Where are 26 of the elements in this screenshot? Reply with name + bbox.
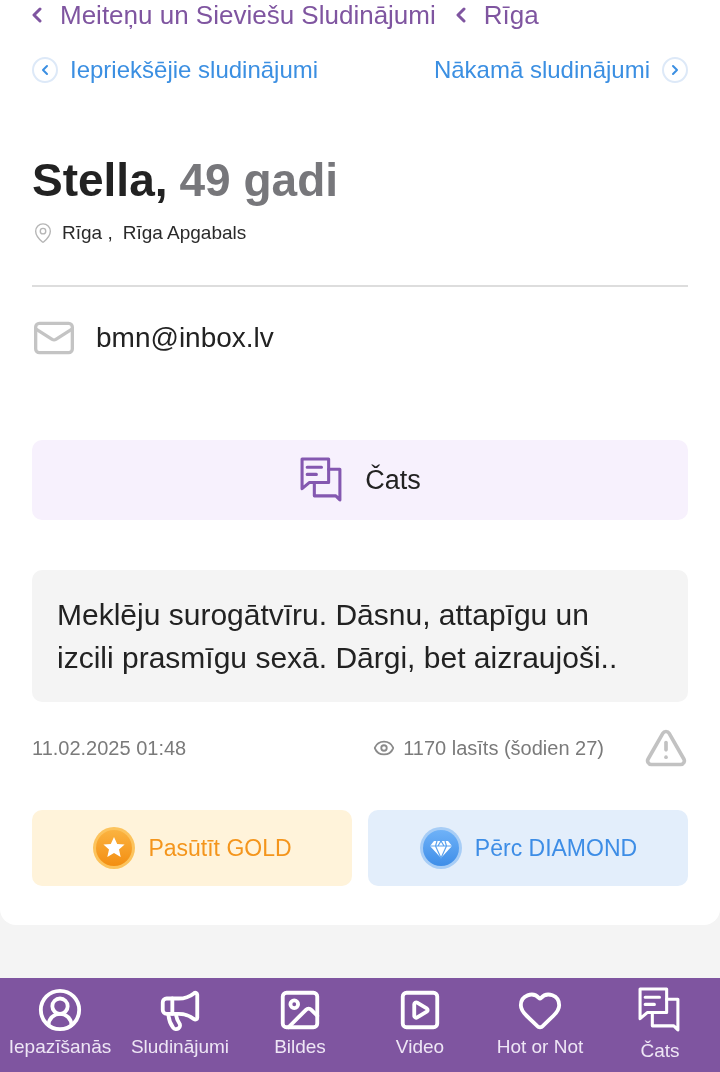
- previous-ads-link[interactable]: Iepriekšējie sludinājumi: [32, 52, 319, 88]
- profile-name: Stella,: [32, 153, 168, 208]
- chevron-left-icon: [32, 7, 42, 23]
- premium-buy-button[interactable]: Pērc DIAMOND: [368, 810, 688, 886]
- view-count: 1170 lasīts (šodien 27): [403, 736, 604, 761]
- breadcrumb-link[interactable]: Meiteņu un Sieviešu Sludinājumi: [32, 0, 436, 30]
- post-date: 11.02.2025 01:48: [32, 736, 187, 761]
- bottom-nav-item[interactable]: Bildes: [240, 978, 360, 1072]
- chevron-left-icon: [455, 7, 466, 23]
- location-region: Rīga Apgabals: [122, 220, 247, 245]
- location-pin-icon: [32, 222, 54, 244]
- location-city: Rīga ,: [62, 220, 113, 245]
- bottom-nav-item[interactable]: Iepazīšanās: [0, 978, 120, 1072]
- bottom-nav-item[interactable]: Sludinājumi: [120, 978, 240, 1072]
- bottom-nav-item[interactable]: Čats: [600, 978, 720, 1072]
- breadcrumb-link[interactable]: Rīga: [455, 0, 539, 30]
- diamond-badge-icon: [418, 826, 463, 870]
- email-link[interactable]: bmn@inbox.lv: [96, 317, 274, 359]
- user-circle-icon: [37, 987, 83, 1033]
- bottom-nav-item[interactable]: Hot or Not: [480, 978, 600, 1072]
- chat-button[interactable]: Čats: [32, 440, 688, 520]
- profile-age: 49 gadi: [179, 153, 339, 208]
- next-ads-link[interactable]: Nākamā sludinājumi: [433, 52, 688, 88]
- bottom-nav-item[interactable]: Video: [360, 978, 480, 1072]
- star-badge-icon: [92, 826, 137, 870]
- description-text: Meklēju surogātvīru. Dāsnu, attapīgu un izcili prasmīgu sexā. Dārgi, bet aizraujoši..: [57, 597, 619, 676]
